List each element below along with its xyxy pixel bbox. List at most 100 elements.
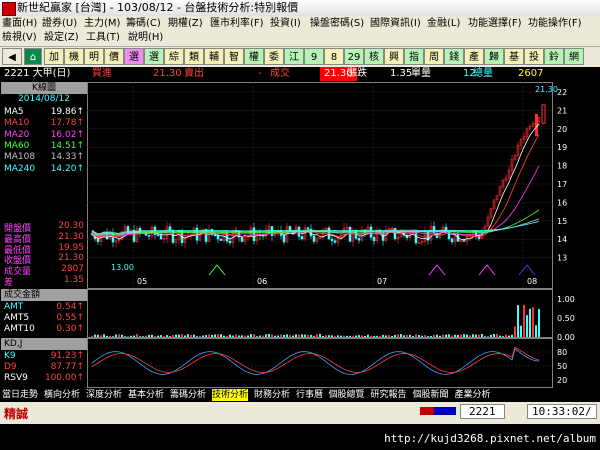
tab-4[interactable]: 籌碼分析 xyxy=(170,389,206,401)
tab-5[interactable]: 技術分析 xyxy=(212,389,249,401)
volume-bar xyxy=(352,335,354,337)
candle-body xyxy=(159,235,163,240)
menu-options[interactable]: 期權(Z) xyxy=(168,17,203,31)
toolbar-button-12[interactable]: 江 xyxy=(284,48,304,65)
status-indicator-red xyxy=(420,407,434,415)
volume-bar xyxy=(400,334,402,337)
toolbar-button-15[interactable]: 29 xyxy=(344,48,364,65)
volume-bar xyxy=(520,325,522,337)
menu-securities[interactable]: 證券(U) xyxy=(42,17,77,31)
price-value: 20.30 xyxy=(58,221,84,231)
volume-bar xyxy=(226,335,228,337)
toolbar-button-24[interactable]: 投 xyxy=(524,48,544,65)
toolbar-button-2[interactable]: 明 xyxy=(84,48,104,65)
menu-view[interactable]: 檢視(V) xyxy=(2,31,37,45)
toolbar-button-26[interactable]: 網 xyxy=(564,48,584,65)
menu-func-op[interactable]: 功能操作(F) xyxy=(528,17,582,31)
toolbar-button-11[interactable]: 委 xyxy=(264,48,284,65)
menu-chips[interactable]: 籌碼(C) xyxy=(126,17,161,31)
menu-help[interactable]: 說明(H) xyxy=(128,31,163,45)
candle-body xyxy=(270,226,274,236)
tab-10[interactable]: 個股新聞 xyxy=(413,389,449,401)
tab-6[interactable]: 財務分析 xyxy=(254,389,290,401)
volume-bar xyxy=(178,334,180,337)
volume-bar xyxy=(487,336,489,337)
volume-bar xyxy=(250,334,252,337)
volume-bar xyxy=(316,334,318,337)
menu-func-select[interactable]: 功能選擇(F) xyxy=(468,17,522,31)
toolbar-button-17[interactable]: 興 xyxy=(384,48,404,65)
menu-fx[interactable]: 匯市利率(F) xyxy=(210,17,264,31)
toolbar-button-22[interactable]: 歸 xyxy=(484,48,504,65)
toolbar-button-5[interactable]: 選 xyxy=(144,48,164,65)
tab-11[interactable]: 產業分析 xyxy=(455,389,491,401)
volume-bar xyxy=(340,335,342,337)
tab-0[interactable]: 當日走勢 xyxy=(2,389,38,401)
toolbar-button-25[interactable]: 鈴 xyxy=(544,48,564,65)
tab-7[interactable]: 行事曆 xyxy=(296,389,323,401)
volume-bar xyxy=(412,335,414,337)
menu-screen[interactable]: 畫面(H) xyxy=(2,17,37,31)
toolbar-button-18[interactable]: 指 xyxy=(404,48,424,65)
toolbar-button-1[interactable]: 機 xyxy=(64,48,84,65)
menu-trading[interactable]: 操盤密碼(S) xyxy=(310,17,364,31)
toolbar-button-0[interactable]: 加 xyxy=(44,48,64,65)
volume-bar xyxy=(508,335,510,337)
volume-bar xyxy=(274,335,276,337)
menu-tools[interactable]: 工具(T) xyxy=(86,31,120,45)
volume-bar xyxy=(175,334,177,337)
volume-bar xyxy=(406,335,408,337)
toolbar-button-8[interactable]: 輔 xyxy=(204,48,224,65)
menu-bar: 畫面(H) 證券(U) 主力(M) 籌碼(C) 期權(Z) 匯市利率(F) 投資… xyxy=(0,16,600,46)
menu-settings[interactable]: 設定(Z) xyxy=(44,31,79,45)
date-tick-label: 05 xyxy=(137,277,147,286)
volume-bar xyxy=(376,335,378,337)
tab-8[interactable]: 個股總覽 xyxy=(329,389,365,401)
price-tick-label: 18 xyxy=(557,162,567,171)
tab-2[interactable]: 深度分析 xyxy=(86,389,122,401)
volume-bar xyxy=(328,335,330,337)
volume-bar xyxy=(295,334,297,337)
volume-bar xyxy=(301,334,303,337)
volume-bar xyxy=(514,326,516,337)
chart-area[interactable]: 22 21 20 19 18 17 16 15 14 13 05 06 07 08 21.30 13.00 1.… xyxy=(87,82,600,389)
toolbar-button-20[interactable]: 錢 xyxy=(444,48,464,65)
toolbar-button-21[interactable]: 產 xyxy=(464,48,484,65)
signal-marker xyxy=(518,264,536,276)
change-value: 1.35 xyxy=(390,68,413,79)
ma-value: 14.20↑ xyxy=(50,163,84,174)
volume-bar xyxy=(532,307,534,337)
status-bar: 精誠 2221 10:33:02/ xyxy=(0,402,600,424)
toolbar-button-10[interactable]: 權 xyxy=(244,48,264,65)
volume-bar xyxy=(142,336,144,337)
volume-tick-label: 0.50 xyxy=(557,314,575,323)
toolbar-button-3[interactable]: 價 xyxy=(104,48,124,65)
toolbar-button-7[interactable]: 類 xyxy=(184,48,204,65)
volume-bar xyxy=(181,334,183,337)
toolbar-button-16[interactable]: 核 xyxy=(364,48,384,65)
back-arrow-icon[interactable]: ◀ xyxy=(2,48,22,65)
toolbar-button-4[interactable]: 選 xyxy=(124,48,144,65)
menu-finance[interactable]: 金融(L) xyxy=(427,17,460,31)
toolbar-button-14[interactable]: 8 xyxy=(324,48,344,65)
tab-1[interactable]: 橫向分析 xyxy=(44,389,80,401)
menu-main[interactable]: 主力(M) xyxy=(84,17,120,31)
tab-3[interactable]: 基本分析 xyxy=(128,389,164,401)
volume-bar xyxy=(154,335,156,337)
toolbar-button-23[interactable]: 基 xyxy=(504,48,524,65)
ma-line xyxy=(91,165,540,237)
volume-bar xyxy=(280,334,282,337)
volume-bar xyxy=(163,336,165,337)
tab-9[interactable]: 研究報告 xyxy=(371,389,407,401)
status-indicator-blue xyxy=(434,407,456,415)
home-icon[interactable]: ⌂ xyxy=(24,48,42,65)
toolbar-button-6[interactable]: 綜 xyxy=(164,48,184,65)
stock-code-field[interactable]: 2221 xyxy=(460,404,505,419)
candle-body xyxy=(219,238,223,241)
toolbar-button-19[interactable]: 周 xyxy=(424,48,444,65)
menu-invest[interactable]: 投資(I) xyxy=(270,17,301,31)
toolbar-button-9[interactable]: 智 xyxy=(224,48,244,65)
toolbar-button-13[interactable]: 9 xyxy=(304,48,324,65)
kline-date: 2014/08/12 xyxy=(18,94,70,104)
menu-intl[interactable]: 國際資訊(I) xyxy=(370,17,421,31)
